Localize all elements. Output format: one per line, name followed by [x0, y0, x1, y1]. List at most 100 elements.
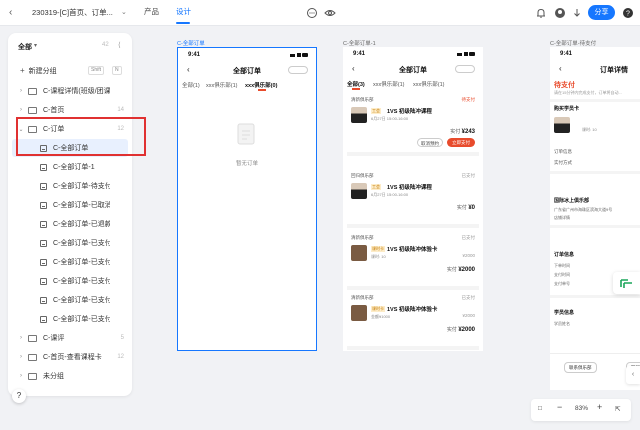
signal-battery-icon — [290, 53, 308, 57]
sidebar-page-item[interactable]: C-全部订单-已支付-... — [12, 253, 128, 271]
product-thumbnail — [351, 245, 367, 261]
tab-design[interactable]: 设计 — [176, 6, 191, 18]
sidebar-folder[interactable]: › 未分组 — [12, 367, 128, 385]
order-total: 实付 ¥2000 — [447, 266, 475, 273]
sidebar-page-item[interactable]: C-全部订单-1 — [12, 158, 128, 176]
total-label: 实付 — [456, 205, 467, 211]
chevron-right-icon[interactable]: › — [16, 335, 26, 341]
product-tag: 课时卡 — [371, 306, 385, 312]
tab-all[interactable]: 全部(3) — [347, 80, 365, 88]
detail-label: 下单时间 — [554, 263, 570, 268]
club-name: 回归俱乐部 — [351, 173, 374, 178]
status-bar: 9:41 — [550, 47, 640, 61]
sidebar-folder[interactable]: › C-首页-查看课程卡 12 — [12, 348, 128, 366]
order-card[interactable]: 清新俱乐部 待支付 工会 1VS 初级陆冲课程 6月27日 15:00-16:00 实付 … — [347, 94, 479, 156]
help-button[interactable]: ? — [12, 389, 26, 403]
page-title: 订单详情 — [600, 67, 628, 74]
frame-order-detail-pending[interactable]: 9:41 ‹ 订单详情 待支付 请在15分钟内完成支付，订单将自动... 购买学… — [550, 47, 640, 390]
back-icon[interactable]: ‹ — [9, 7, 19, 19]
shortcut-key: N — [112, 66, 122, 75]
fullscreen-icon[interactable]: ⇱ — [615, 405, 620, 413]
tab-indicator — [352, 88, 360, 90]
comment-icon[interactable] — [306, 7, 318, 19]
tab-product[interactable]: 产品 — [144, 6, 159, 18]
detail-label: 实付方式 — [554, 160, 572, 165]
chevron-down-icon[interactable]: ▾ — [34, 42, 37, 49]
order-card[interactable]: 清新俱乐部 已支付 课时卡 1VS 初级陆冲体验卡 金额¥1000 ¥2000 实付 ¥20… — [347, 292, 479, 350]
chevron-right-icon[interactable]: › — [16, 107, 26, 113]
nav-bar: ‹ 订单详情 — [550, 61, 640, 78]
order-status: 已支付 — [461, 295, 476, 300]
back-icon[interactable]: ‹ — [559, 64, 562, 73]
page-icon — [40, 201, 47, 209]
new-group-button[interactable]: + 新建分组 — [20, 66, 57, 76]
project-title[interactable]: 230319-[C]首页、订单... — [32, 7, 113, 19]
svg-text:?: ? — [626, 11, 630, 18]
product-thumbnail — [554, 117, 570, 133]
frame-label[interactable]: C-全部订单 — [177, 39, 205, 47]
order-card[interactable]: 回归俱乐部 已支付 工会 1VS 初级陆冲课程 6月27日 15:00-16:00 实付 … — [347, 170, 479, 228]
cancel-booking-button[interactable]: 取消预约 — [417, 138, 443, 147]
sidebar-title[interactable]: 全部 — [18, 42, 32, 52]
page-icon — [40, 163, 47, 171]
divider — [550, 171, 640, 174]
tab-club[interactable]: xxx俱乐部(1) — [206, 81, 237, 89]
order-status: 待支付 — [554, 82, 575, 89]
floating-tool-button[interactable] — [613, 272, 640, 294]
section-title: 购买学员卡 — [554, 106, 580, 112]
divider — [550, 353, 640, 354]
sidebar-page-item[interactable]: C-全部订单-已支付 — [12, 234, 128, 252]
sidebar-page-item[interactable]: C-全部订单-已支付-... — [12, 291, 128, 309]
order-card[interactable]: 清新俱乐部 已支付 课时卡 1VS 初级陆冲体验卡 课时: 10 ¥2000 实付 ¥200… — [347, 232, 479, 290]
sidebar-page-item[interactable]: C-全部订单-已支付-... — [12, 272, 128, 290]
bell-icon[interactable] — [535, 7, 547, 19]
collapse-sidebar-icon[interactable]: ⟨ — [118, 41, 121, 49]
club-name: 国际冰上俱乐部 — [554, 198, 590, 204]
fit-screen-icon[interactable]: □ — [538, 405, 542, 412]
product-tag: 工会 — [371, 108, 381, 114]
sidebar-folder[interactable]: › C-课程详情(班级/团课) — [12, 82, 128, 100]
page-icon — [40, 296, 47, 304]
zoom-in-button[interactable]: + — [597, 402, 602, 412]
frame-label[interactable]: C-全部订单-待支付 — [550, 39, 596, 47]
product-tag: 课时卡 — [371, 246, 385, 252]
share-button[interactable]: 分享 — [588, 5, 615, 20]
zoom-out-button[interactable]: − — [557, 402, 562, 412]
folder-icon — [28, 87, 37, 95]
chevron-right-icon[interactable]: › — [16, 373, 26, 379]
tab-all[interactable]: 全部(1) — [182, 81, 200, 89]
sidebar-item-label: C-全部订单-已支付-... — [53, 259, 110, 266]
product-price: ¥2000 — [462, 253, 475, 258]
order-total: 实付 ¥243 — [450, 128, 475, 135]
sidebar-item-label: C-课程详情(班级/团课) — [43, 88, 110, 95]
club-address: 广东省广州市海珠区滨海大道9号 — [554, 207, 613, 212]
sidebar-page-item[interactable]: C-全部订单-已支付-... — [12, 310, 128, 328]
arrow-down-icon[interactable] — [571, 7, 583, 19]
sidebar-page-item[interactable]: C-全部订单-待支付 — [12, 177, 128, 195]
expand-panel-button[interactable]: ‹ — [626, 366, 640, 384]
chevron-down-icon[interactable]: ⌄ — [121, 7, 127, 19]
tab-club[interactable]: xxx俱乐部(1) — [373, 80, 404, 88]
chevron-right-icon[interactable]: › — [16, 354, 26, 360]
tab-club[interactable]: xxx俱乐部(0) — [245, 81, 277, 89]
page-icon — [40, 220, 47, 228]
section-title: 学员信息 — [554, 310, 575, 316]
sidebar-folder[interactable]: › C-课评 5 — [12, 329, 128, 347]
total-label: 实付 — [446, 327, 457, 333]
frame-all-orders[interactable]: 9:41 ‹ 全部订单 全部(1) xxx俱乐部(1) xxx俱乐部(0) 暂无… — [177, 47, 317, 351]
miniprogram-capsule[interactable] — [455, 65, 475, 73]
preview-eye-icon[interactable] — [324, 7, 336, 19]
store-detail-link[interactable]: 店铺详情 — [554, 215, 570, 221]
pay-now-button[interactable]: 立即支付 — [447, 138, 475, 147]
miniprogram-capsule[interactable] — [288, 66, 308, 74]
tab-club[interactable]: xxx俱乐部(1) — [413, 80, 444, 88]
contact-club-button[interactable]: 联系俱乐部 — [564, 362, 597, 373]
avatar[interactable] — [554, 7, 566, 19]
zoom-level[interactable]: 83% — [575, 405, 588, 412]
frame-label[interactable]: C-全部订单-1 — [343, 39, 376, 47]
sidebar-page-item[interactable]: C-全部订单-已退款 — [12, 215, 128, 233]
frame-all-orders-1[interactable]: 9:41 ‹ 全部订单 全部(3) xxx俱乐部(1) xxx俱乐部(1) 清新… — [343, 47, 483, 351]
help-circle-icon[interactable]: ? — [622, 7, 634, 19]
chevron-right-icon[interactable]: › — [16, 88, 26, 94]
sidebar-page-item[interactable]: C-全部订单-已取消 — [12, 196, 128, 214]
